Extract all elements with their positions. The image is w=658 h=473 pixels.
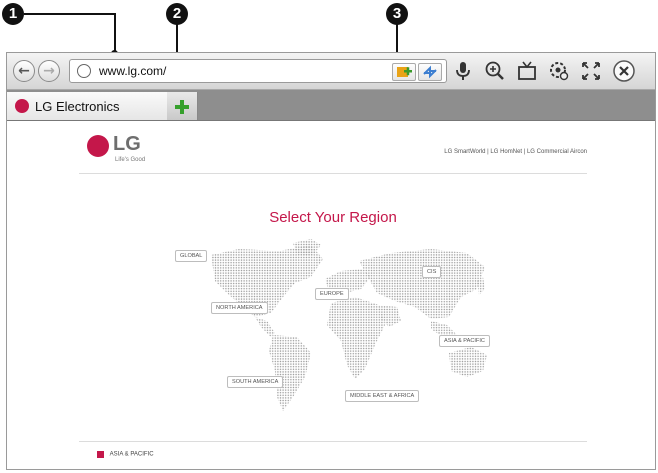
tv-button[interactable]	[514, 58, 540, 84]
callout-1-leader-h	[24, 13, 116, 15]
callout-1: 1	[2, 3, 24, 25]
footer-region-item[interactable]: ASIA & PACIFIC	[97, 451, 154, 458]
plus-square-icon	[97, 451, 104, 458]
zoom-in-icon	[485, 61, 504, 80]
tab-bar: LG Electronics	[7, 90, 655, 121]
close-button[interactable]	[611, 58, 637, 84]
forward-button[interactable]: →	[38, 58, 60, 84]
new-tab-button[interactable]	[167, 92, 198, 120]
tab-lg-electronics[interactable]: LG Electronics	[7, 92, 168, 120]
settings-button[interactable]	[546, 58, 572, 84]
share-icon	[423, 65, 437, 79]
web-content: LG Life's Good LG SmartWorld | LG HomNet…	[7, 121, 655, 469]
world-map	[211, 239, 487, 411]
browser-window: ← → www.lg.com/ LG Electronics LG Life's…	[6, 52, 656, 470]
lg-favicon-icon	[15, 99, 29, 113]
fullscreen-button[interactable]	[578, 58, 604, 84]
region-south-america[interactable]: SOUTH AMERICA	[227, 376, 284, 388]
footer-region-label: ASIA & PACIFIC	[109, 451, 154, 458]
bookmark-add-button[interactable]	[392, 63, 416, 81]
close-icon	[613, 60, 635, 82]
region-europe[interactable]: EUROPE	[315, 288, 349, 300]
callout-1-leader-v	[114, 13, 116, 54]
url-bar[interactable]: www.lg.com/	[69, 59, 447, 83]
forward-icon: →	[38, 60, 60, 82]
bookmark-add-icon	[397, 67, 412, 77]
globe-icon	[77, 64, 91, 78]
callout-2: 2	[166, 3, 188, 25]
share-button[interactable]	[418, 63, 442, 81]
back-button[interactable]: ←	[13, 58, 35, 84]
region-cis[interactable]: CIS	[422, 266, 442, 278]
tab-title: LG Electronics	[35, 99, 120, 114]
url-text: www.lg.com/	[99, 64, 167, 78]
fullscreen-icon	[582, 62, 600, 80]
tv-icon	[518, 61, 536, 80]
settings-icon	[550, 62, 569, 81]
plus-icon	[175, 100, 189, 114]
zoom-in-button[interactable]	[482, 58, 508, 84]
region-north-america[interactable]: NORTH AMERICA	[211, 302, 268, 314]
back-icon: ←	[13, 60, 35, 82]
callout-3: 3	[386, 3, 408, 25]
microphone-button[interactable]	[450, 58, 476, 84]
region-global[interactable]: GLOBAL	[175, 250, 208, 262]
region-middle-east-africa[interactable]: MIDDLE EAST & AFRICA	[345, 390, 420, 402]
microphone-icon	[456, 62, 470, 80]
footer-divider	[79, 441, 587, 442]
lg-page: LG Life's Good LG SmartWorld | LG HomNet…	[79, 121, 587, 469]
browser-toolbar: ← → www.lg.com/	[7, 53, 655, 90]
region-asia-pacific[interactable]: ASIA & PACIFIC	[439, 335, 490, 347]
